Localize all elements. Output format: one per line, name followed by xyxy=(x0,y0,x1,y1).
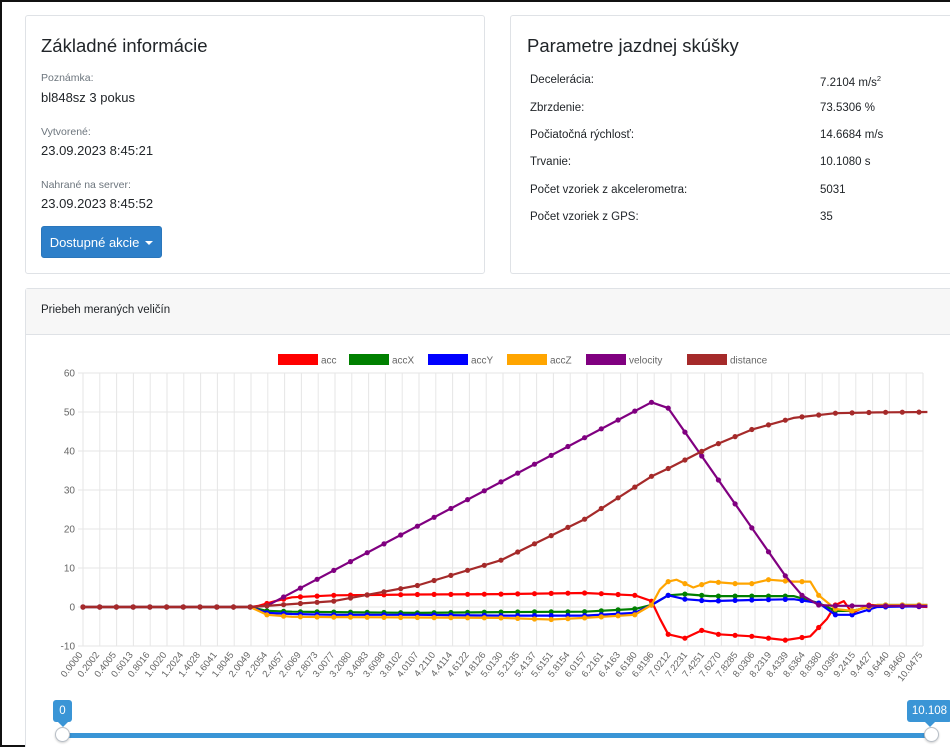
basic-info-card: Základné informácie Poznámka: bl848sz 3 … xyxy=(25,15,485,274)
param-label: Trvanie: xyxy=(530,156,572,168)
chart-card: Priebeh meraných veličín xyxy=(25,288,950,747)
basic-info-title: Základné informácie xyxy=(41,35,208,56)
note-label: Poznámka: xyxy=(41,72,94,84)
param-value: 14.6684 m/s xyxy=(820,129,884,141)
param-value: 7.2104 m/s2 xyxy=(820,74,881,89)
test-params-card: Parametre jazdnej skúšky Decelerácia: 7.… xyxy=(510,15,950,274)
created-value: 23.09.2023 8:45:21 xyxy=(41,143,154,158)
param-label: Počet vzoriek z akcelerometra: xyxy=(530,184,688,196)
time-range-slider-min-handle[interactable] xyxy=(55,727,70,742)
param-row-duration: Trvanie: 10.1080 s xyxy=(530,156,950,172)
slider-max-tooltip: 10.108 xyxy=(907,700,950,727)
caret-down-icon xyxy=(145,240,154,245)
available-actions-label: Dostupné akcie xyxy=(49,234,140,250)
param-label: Decelerácia: xyxy=(530,74,594,86)
uploaded-label: Nahrané na server: xyxy=(41,179,131,191)
time-range-slider-track[interactable] xyxy=(62,733,932,738)
param-row-initial-speed: Počiatočná rýchlosť: 14.6684 m/s xyxy=(530,129,950,145)
param-row-gps-samples: Počet vzoriek z GPS: 35 xyxy=(530,211,950,227)
param-row-accel-samples: Počet vzoriek z akcelerometra: 5031 xyxy=(530,184,950,200)
param-label: Zbrzdenie: xyxy=(530,102,585,114)
param-value: 73.5306 % xyxy=(820,102,875,114)
param-value: 5031 xyxy=(820,184,846,196)
slider-min-tooltip: 0 xyxy=(53,700,72,727)
app-frame: Základné informácie Poznámka: bl848sz 3 … xyxy=(0,0,950,747)
chart-header: Priebeh meraných veličín xyxy=(26,289,950,335)
test-params-title: Parametre jazdnej skúšky xyxy=(527,35,739,56)
created-label: Vytvorené: xyxy=(41,126,91,138)
uploaded-value: 23.09.2023 8:45:52 xyxy=(41,196,154,211)
param-label: Počet vzoriek z GPS: xyxy=(530,211,639,223)
param-value-exponent: 2 xyxy=(876,74,882,83)
param-row-braking: Zbrzdenie: 73.5306 % xyxy=(530,102,950,118)
available-actions-button[interactable]: Dostupné akcie xyxy=(41,226,162,258)
param-value: 35 xyxy=(820,211,833,223)
chart-header-title: Priebeh meraných veličín xyxy=(41,304,171,316)
time-range-slider-max-handle[interactable] xyxy=(924,727,939,742)
param-row-deceleration: Decelerácia: 7.2104 m/s2 xyxy=(530,74,950,90)
param-label: Počiatočná rýchlosť: xyxy=(530,129,635,141)
param-value: 10.1080 s xyxy=(820,156,871,168)
note-value: bl848sz 3 pokus xyxy=(41,90,135,105)
param-value-text: 7.2104 m/s xyxy=(820,76,877,89)
